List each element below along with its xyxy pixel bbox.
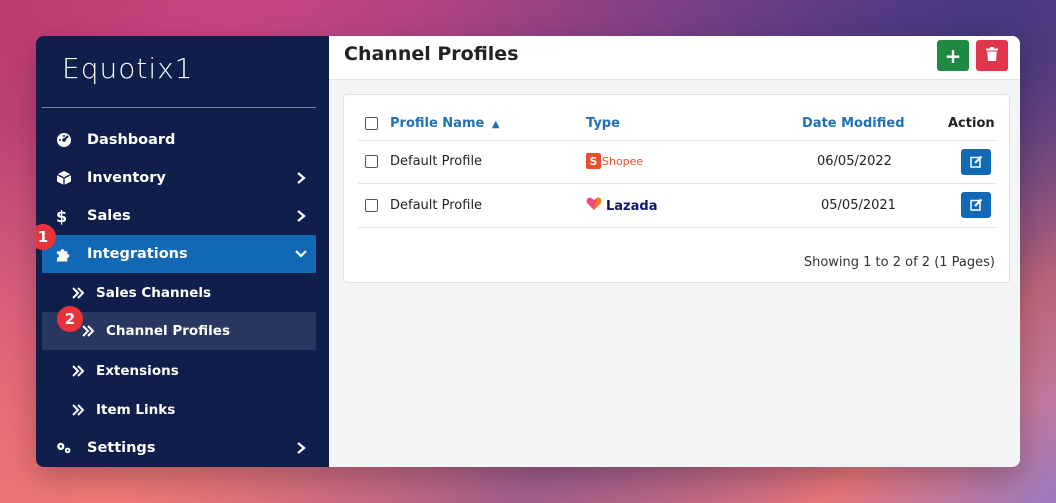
row-checkbox[interactable]	[365, 155, 378, 168]
logo: Equotix1	[62, 52, 194, 85]
lazada-heart-icon	[586, 197, 602, 215]
double-chevron-icon	[72, 287, 96, 299]
double-chevron-icon	[72, 404, 96, 416]
type-label: Shopee	[602, 154, 644, 168]
sidebar-item-label: Sales	[87, 208, 131, 224]
chevron-down-icon	[286, 249, 316, 259]
sidebar-subitem-label: Extensions	[96, 363, 179, 379]
shopee-bag-icon: S	[586, 153, 601, 169]
select-all-checkbox[interactable]	[365, 117, 378, 130]
type-label: Lazada	[606, 198, 658, 214]
sort-asc-icon: ▲	[491, 119, 500, 130]
sidebar-item-label: Integrations	[87, 246, 188, 262]
lazada-logo: Lazada	[586, 197, 657, 215]
cell-profile-name[interactable]: Default Profile	[390, 154, 482, 169]
dashboard-icon	[42, 132, 72, 148]
main-content: Channel Profiles + Profile Name ▲ Type D…	[329, 36, 1020, 467]
sidebar-subitem-label: Sales Channels	[96, 285, 212, 301]
top-bar: Channel Profiles +	[329, 36, 1020, 80]
double-chevron-icon	[72, 365, 96, 377]
sidebar-subitem-item-links[interactable]: Item Links	[42, 391, 316, 429]
cell-date-modified: 06/05/2022	[817, 154, 892, 169]
app-window: Equotix1 Dashboard Inventory $ Sales Int…	[36, 36, 1020, 467]
row-divider	[358, 227, 996, 228]
sidebar-item-dashboard[interactable]: Dashboard	[42, 121, 316, 159]
chevron-right-icon	[286, 172, 316, 184]
sidebar-subitem-sales-channels[interactable]: Sales Channels	[42, 274, 316, 312]
column-header-action: Action	[948, 116, 995, 131]
sidebar-subitem-extensions[interactable]: Extensions	[42, 352, 316, 390]
dollar-icon: $	[56, 206, 68, 226]
shopee-logo: S Shopee	[586, 153, 643, 169]
sidebar-item-label: Dashboard	[87, 132, 176, 148]
sidebar: Equotix1 Dashboard Inventory $ Sales Int…	[36, 36, 329, 467]
sidebar-item-settings[interactable]: Settings	[42, 429, 316, 467]
edit-button[interactable]	[961, 192, 991, 218]
box-icon	[42, 170, 72, 186]
sidebar-subitem-label: Item Links	[96, 402, 176, 418]
pagination-summary: Showing 1 to 2 of 2 (1 Pages)	[803, 255, 995, 270]
sidebar-item-label: Settings	[87, 440, 156, 456]
column-header-date-modified[interactable]: Date Modified	[802, 116, 905, 131]
double-chevron-icon	[82, 325, 106, 337]
column-header-type[interactable]: Type	[586, 116, 620, 131]
sidebar-subitem-channel-profiles[interactable]: Channel Profiles	[42, 312, 316, 350]
add-button[interactable]: +	[937, 40, 969, 71]
sidebar-item-inventory[interactable]: Inventory	[42, 159, 316, 197]
logo-divider	[42, 107, 316, 108]
row-checkbox[interactable]	[365, 199, 378, 212]
edit-icon	[969, 196, 983, 215]
chevron-right-icon	[286, 442, 316, 454]
delete-button[interactable]	[976, 40, 1008, 71]
profiles-table-card: Profile Name ▲ Type Date Modified Action…	[343, 94, 1010, 283]
row-divider	[358, 140, 996, 141]
gears-icon	[42, 440, 72, 456]
step-badge: 2	[57, 306, 83, 332]
sidebar-item-label: Inventory	[87, 170, 166, 186]
page-title: Channel Profiles	[344, 43, 519, 65]
sidebar-item-sales[interactable]: $ Sales	[42, 197, 316, 235]
column-header-profile-name[interactable]: Profile Name ▲	[390, 116, 500, 131]
cell-profile-name[interactable]: Default Profile	[390, 198, 482, 213]
chevron-right-icon	[286, 210, 316, 222]
row-divider	[358, 183, 996, 184]
edit-button[interactable]	[961, 149, 991, 175]
trash-icon	[986, 46, 998, 65]
edit-icon	[969, 153, 983, 172]
sidebar-item-integrations[interactable]: Integrations	[42, 235, 316, 273]
cell-date-modified: 05/05/2021	[821, 198, 896, 213]
sidebar-subitem-label: Channel Profiles	[106, 323, 230, 339]
